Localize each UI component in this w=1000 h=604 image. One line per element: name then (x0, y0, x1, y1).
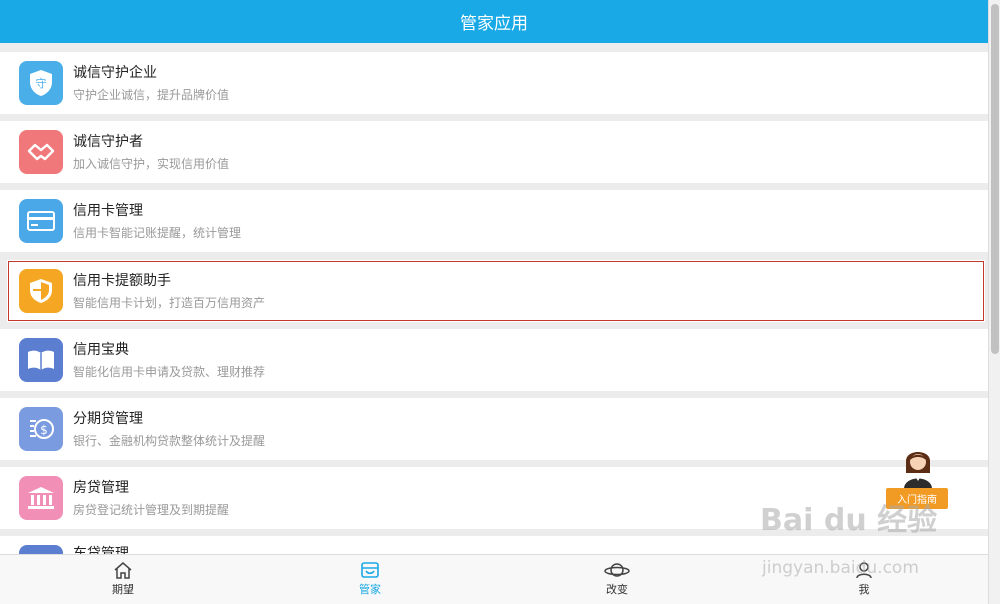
handshake-icon (19, 130, 63, 174)
item-subtitle: 守护企业诚信，提升品牌价值 (73, 88, 230, 102)
tab-label: 管家 (359, 583, 381, 596)
item-title: 信用宝典 (73, 342, 129, 358)
tab-change[interactable]: 改变 (577, 559, 657, 597)
watermark-url: jingyan.baidu.com (762, 558, 919, 578)
home-icon (83, 559, 163, 581)
list-item[interactable]: 守 诚信守护企业 守护企业诚信，提升品牌价值 (0, 52, 988, 114)
bank-icon (19, 476, 63, 520)
shield-icon (19, 269, 63, 313)
list-item[interactable]: 诚信守护者 加入诚信守护，实现信用价值 (0, 121, 988, 183)
list-item[interactable]: 信用卡管理 信用卡智能记账提醒，统计管理 (0, 190, 988, 252)
list-item[interactable]: $ 分期贷管理 银行、金融机构贷款整体统计及提醒 (0, 398, 988, 460)
list-item-selected[interactable]: 信用卡提额助手 智能信用卡计划，打造百万信用资产 (7, 260, 985, 322)
item-subtitle: 智能信用卡计划，打造百万信用资产 (73, 296, 266, 310)
app-list: 守 诚信守护企业 守护企业诚信，提升品牌价值 诚信守护者 加入诚信守护，实现信用… (0, 43, 988, 554)
svg-text:$: $ (40, 423, 48, 437)
app-header: 管家应用 (0, 0, 988, 43)
scrollbar-thumb[interactable] (991, 4, 999, 354)
tab-expect[interactable]: 期望 (83, 559, 163, 597)
item-title: 信用卡提额助手 (73, 273, 171, 289)
item-title: 房贷管理 (73, 480, 129, 496)
item-subtitle: 加入诚信守护，实现信用价值 (73, 157, 230, 171)
item-title: 分期贷管理 (73, 411, 143, 427)
item-title: 信用卡管理 (73, 203, 143, 219)
item-subtitle: 银行、金融机构贷款整体统计及提醒 (73, 434, 266, 448)
customer-service-avatar-icon (904, 452, 932, 489)
credit-card-icon (19, 199, 63, 243)
item-title: 车贷管理 (73, 546, 129, 554)
item-subtitle: 房贷登记统计管理及到期提醒 (73, 503, 230, 517)
item-subtitle: 智能化信用卡申请及贷款、理财推荐 (73, 365, 266, 379)
list-item[interactable]: 信用宝典 智能化信用卡申请及贷款、理财推荐 (0, 329, 988, 391)
tab-label: 期望 (112, 583, 134, 596)
scrollbar[interactable] (988, 0, 1000, 604)
shield-guard-icon: 守 (19, 61, 63, 105)
tab-label: 改变 (606, 583, 628, 596)
coins-icon: $ (19, 407, 63, 451)
item-title: 诚信守护企业 (73, 65, 157, 81)
car-icon (19, 545, 63, 554)
planet-icon (577, 559, 657, 581)
tab-label: 我 (858, 583, 870, 596)
book-icon (19, 338, 63, 382)
page-title: 管家应用 (460, 14, 528, 34)
tab-butler[interactable]: 管家 (330, 559, 410, 597)
watermark-logo: Bai du 经验 (760, 503, 938, 538)
svg-text:守: 守 (36, 76, 47, 90)
basket-icon (330, 559, 410, 581)
item-title: 诚信守护者 (73, 134, 143, 150)
item-subtitle: 信用卡智能记账提醒，统计管理 (73, 226, 242, 240)
